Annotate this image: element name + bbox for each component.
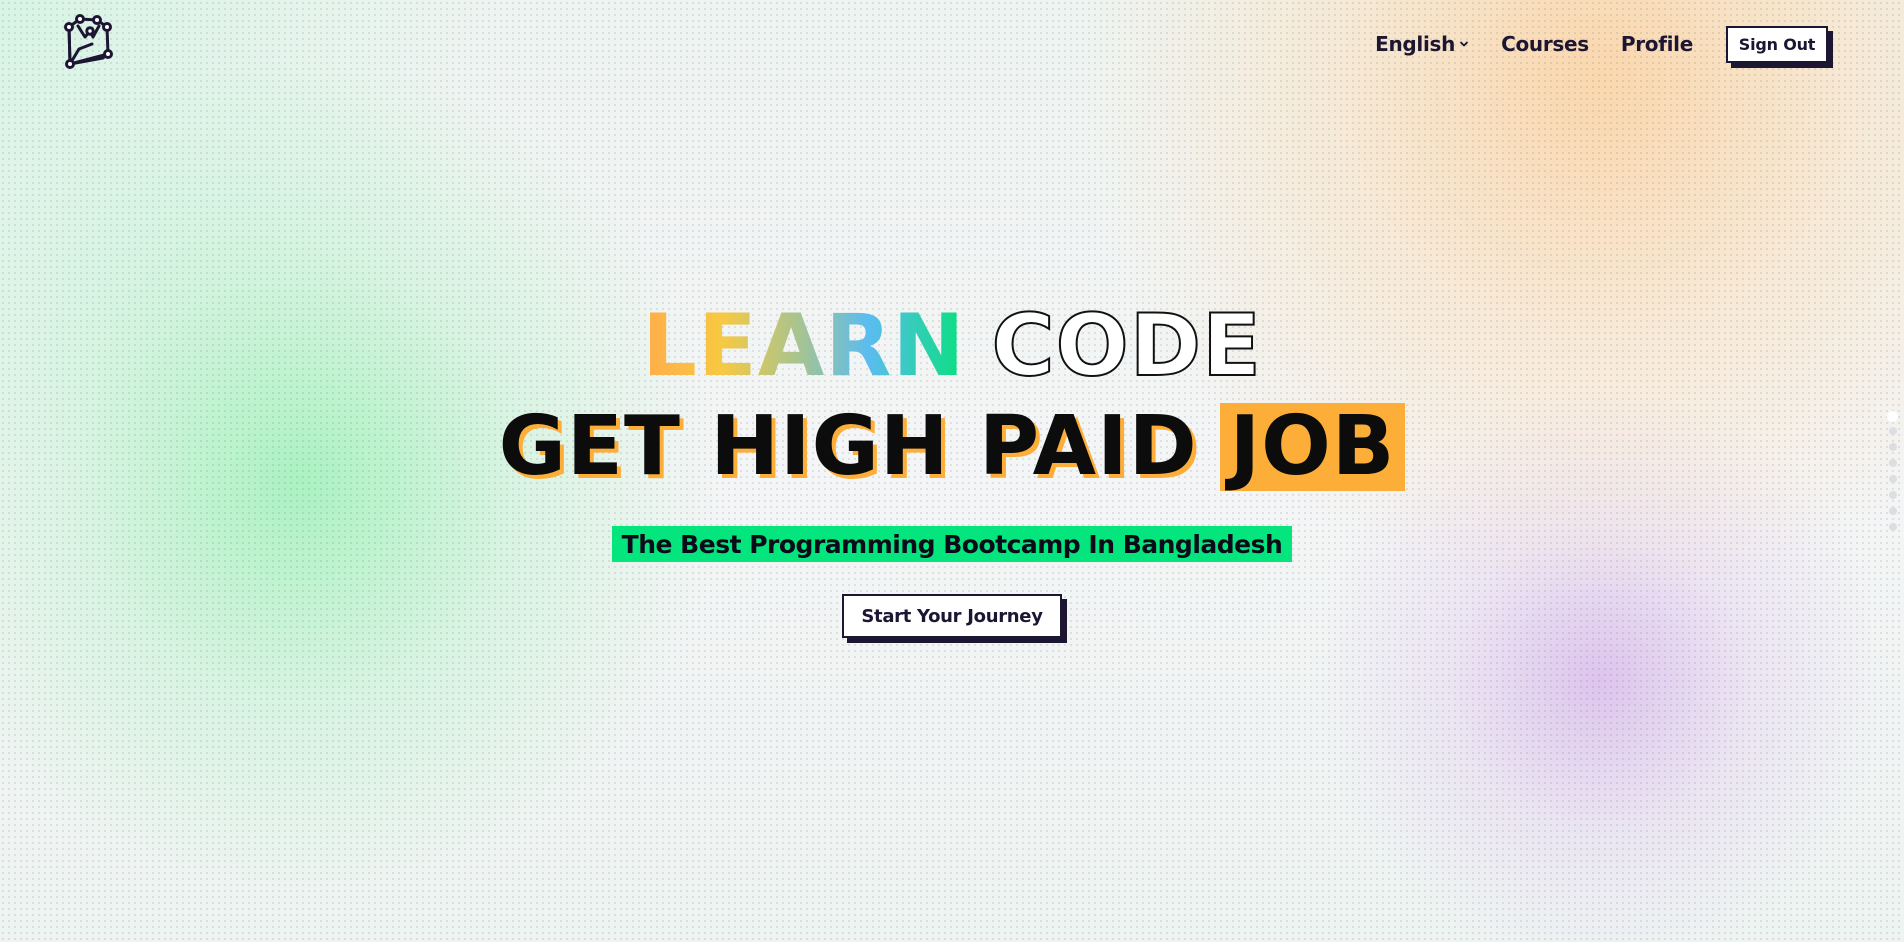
hero-tagline: The Best Programming Bootcamp In Banglad… [611,526,1293,562]
hero-line-learn-code: LEARN CODE [642,296,1262,396]
pager-dot[interactable] [1889,491,1897,499]
hero-headline: GET HIGH PAID JOB [499,402,1406,492]
pager-dot[interactable] [1889,507,1897,515]
chevron-down-icon [1459,39,1469,49]
language-label: English [1375,32,1456,56]
hero-section: LEARN CODE GET HIGH PAID JOB The Best Pr… [0,296,1904,638]
hero-headline-main: GET HIGH PAID [498,399,1198,494]
start-journey-button[interactable]: Start Your Journey [842,594,1062,638]
language-selector[interactable]: English [1375,32,1469,56]
nav-link-profile[interactable]: Profile [1621,32,1693,56]
pager-dot[interactable] [1889,475,1897,483]
hero-learn-word: LEARN [642,296,966,396]
top-nav: English Courses Profile Sign Out [1375,24,1828,64]
pager-dot[interactable] [1889,523,1897,531]
pager-dot[interactable] [1889,443,1897,451]
pager-dot[interactable] [1889,427,1897,435]
section-pager [1887,411,1898,539]
hero-headline-highlight: JOB [1219,403,1406,491]
owl-node-logo-icon[interactable] [60,14,114,74]
nav-link-courses[interactable]: Courses [1501,32,1589,56]
sign-out-button[interactable]: Sign Out [1726,25,1828,63]
hero-code-word: CODE [990,296,1262,396]
pager-dot[interactable] [1889,459,1897,467]
pager-dot[interactable] [1887,411,1898,422]
